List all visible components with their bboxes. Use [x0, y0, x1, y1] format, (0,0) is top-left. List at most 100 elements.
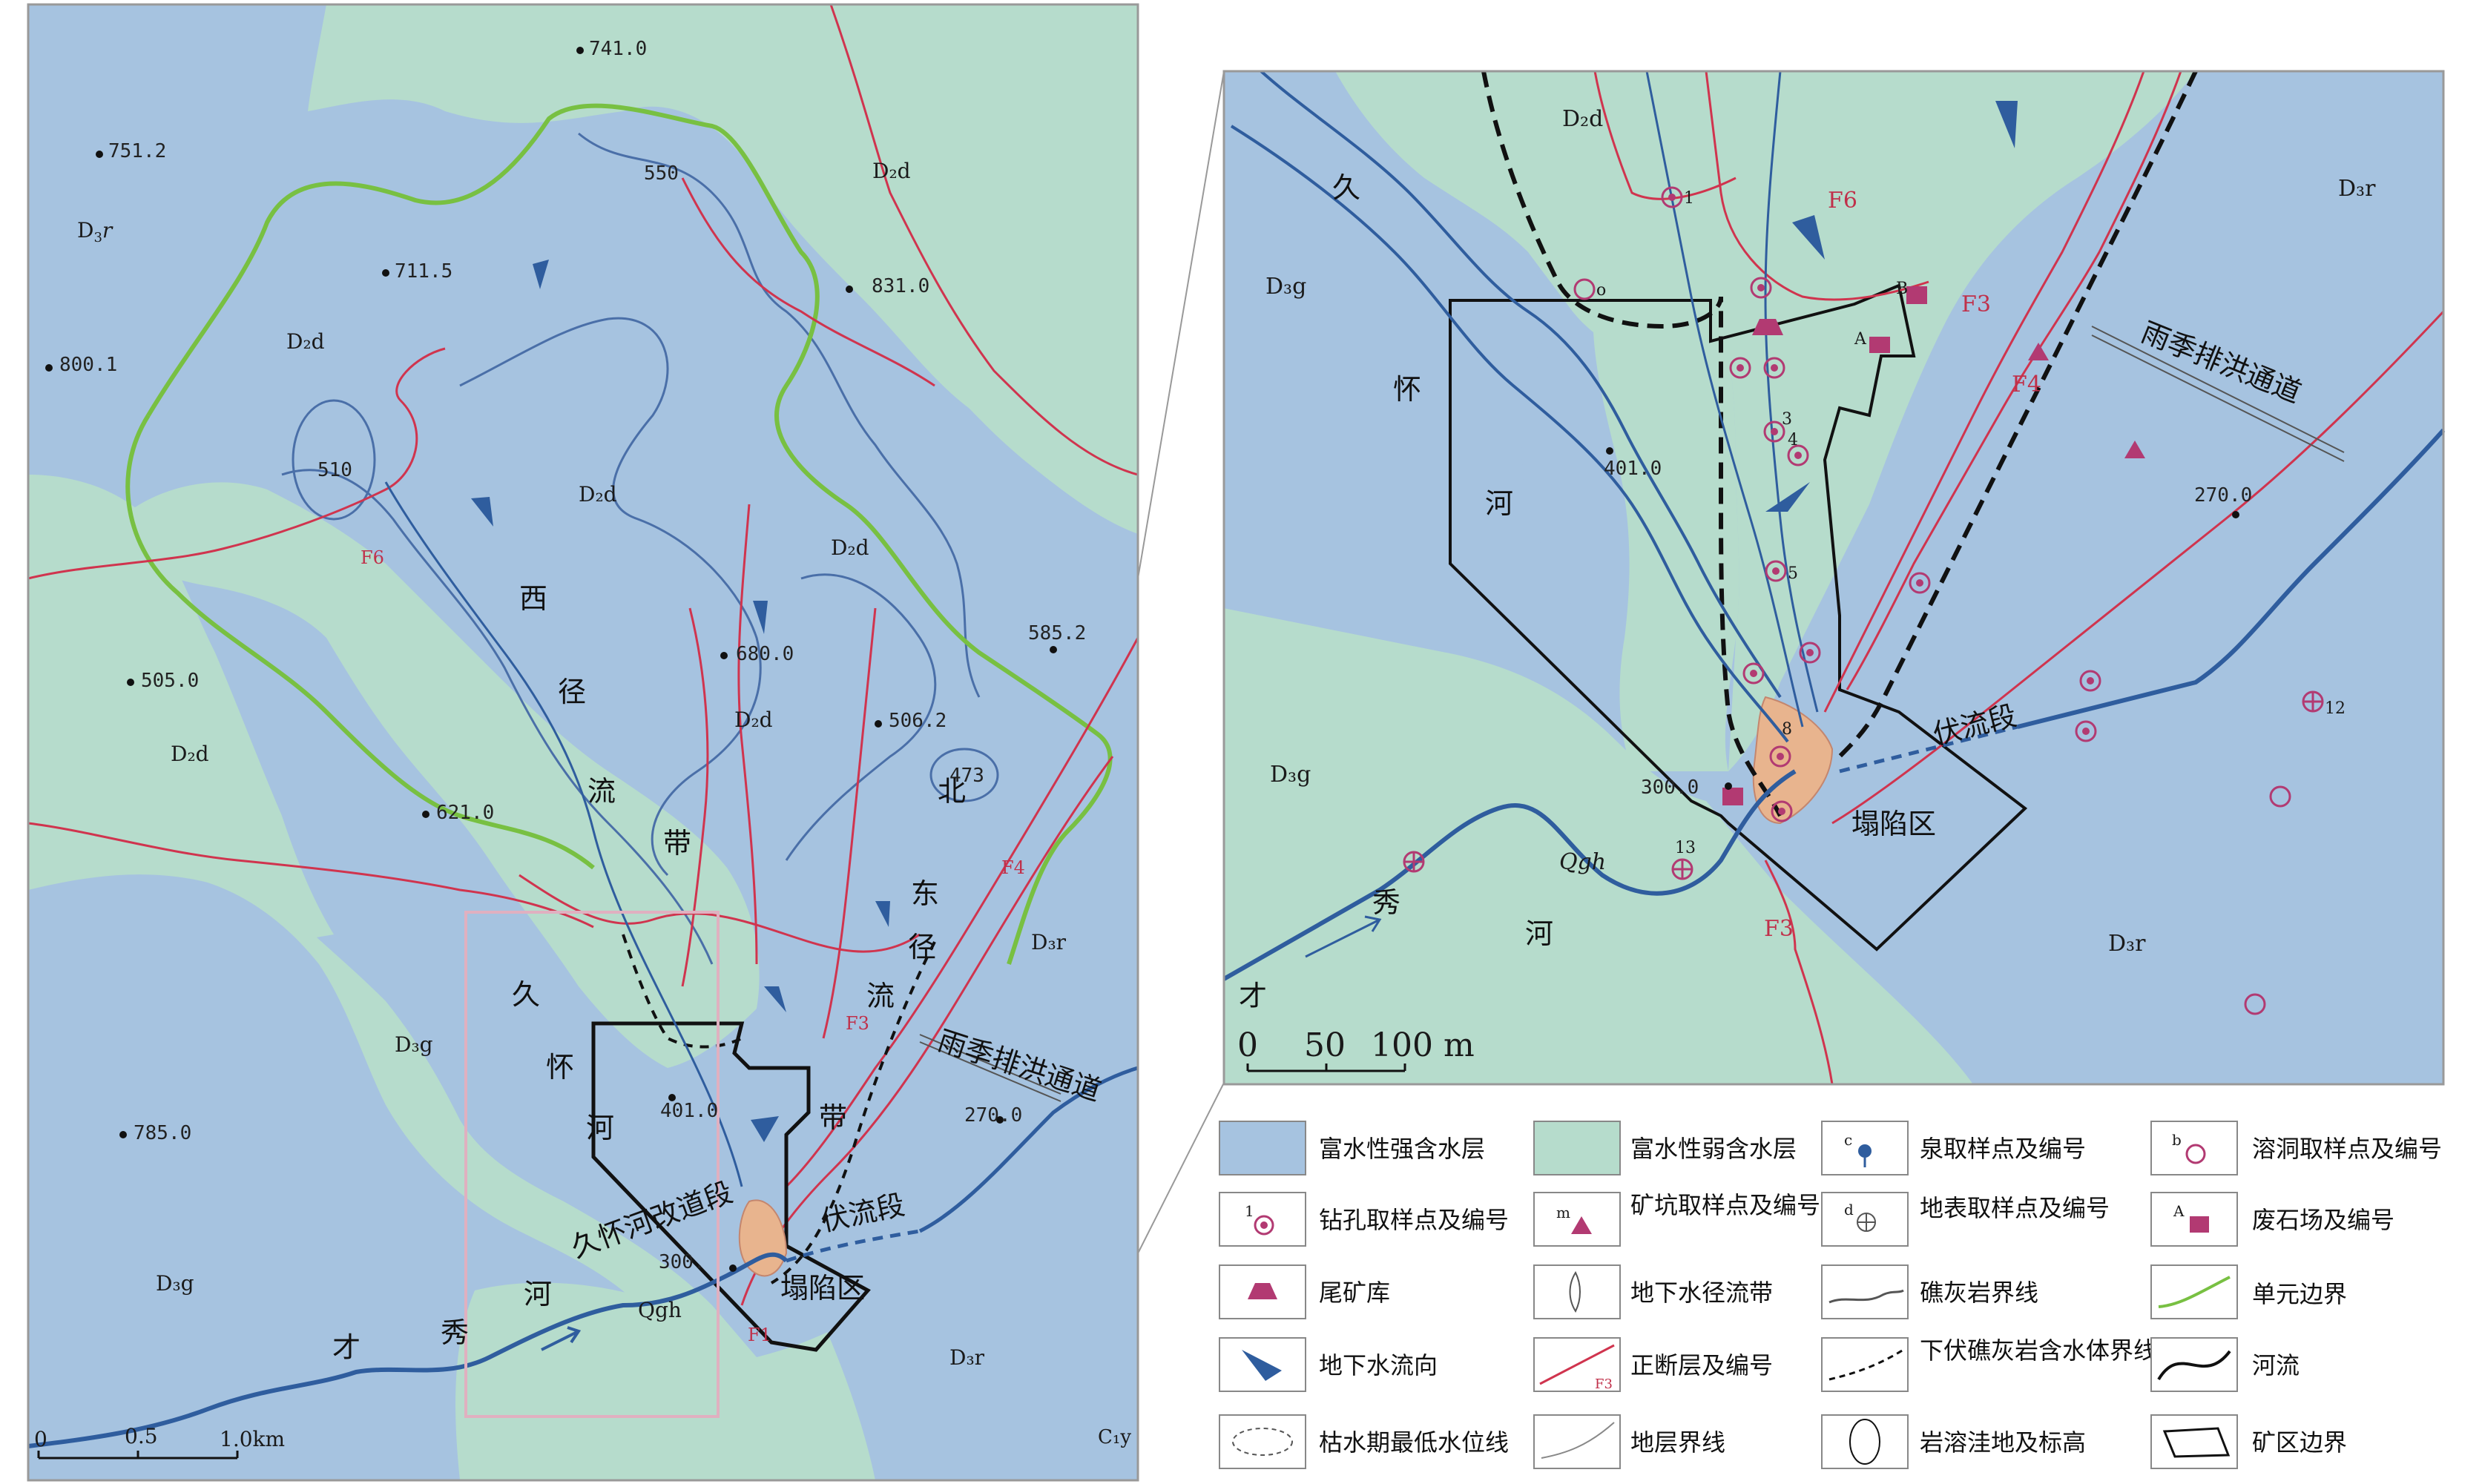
stratum-label: D₃g	[395, 1032, 433, 1057]
svg-text:久: 久	[1332, 171, 1360, 204]
svg-text:河流: 河流	[2252, 1351, 2300, 1379]
inset-connector-bottom	[1137, 1082, 1225, 1254]
contour-label-550: 550	[644, 162, 679, 185]
contour-label-510: 510	[317, 459, 352, 481]
svg-text:秀: 秀	[441, 1316, 469, 1349]
svg-text:地下水径流带: 地下水径流带	[1630, 1279, 1773, 1307]
svg-text:地表取样点及编号: 地表取样点及编号	[1920, 1194, 2110, 1222]
fault-label: F4	[2012, 372, 2041, 398]
stratum-label: Qgh	[1559, 849, 1606, 875]
svg-text:300.: 300.	[659, 1251, 705, 1273]
fault-label: F6	[1828, 188, 1857, 214]
legend-item-stratum-line: 地层界线	[1533, 1414, 1725, 1469]
stratum-label: D₂d	[734, 708, 773, 732]
svg-text:c: c	[1844, 1131, 1852, 1149]
legend-item-unit-boundary: 单元边界	[2150, 1264, 2347, 1319]
svg-text:1.0km: 1.0km	[220, 1427, 285, 1451]
stratum-label: D₂d	[286, 329, 325, 354]
legend-item-flow: 地下水流向	[1219, 1337, 1438, 1392]
svg-text:B: B	[1896, 280, 1908, 298]
stratum-label: D₂d	[1562, 106, 1603, 132]
svg-text:680.0: 680.0	[736, 643, 794, 665]
legend-item-mine-boundary: 矿区边界	[2150, 1414, 2347, 1469]
stratum-label: D₃r	[2338, 176, 2376, 202]
svg-text:300.0: 300.0	[1641, 776, 1699, 799]
legend-item-cave: b 溶洞取样点及编号	[2150, 1121, 2442, 1175]
stratum-label: D₃g	[1270, 762, 1311, 788]
svg-text:泉取样点及编号: 泉取样点及编号	[1920, 1135, 2086, 1163]
svg-text:50: 50	[1304, 1026, 1346, 1064]
svg-text:富水性弱含水层: 富水性弱含水层	[1630, 1135, 1797, 1163]
svg-text:A: A	[2173, 1202, 2185, 1220]
svg-text:o: o	[1596, 281, 1606, 300]
legend-item-reef-line: 礁灰岩界线	[1821, 1264, 2038, 1319]
svg-text:矿坑取样点及编号: 矿坑取样点及编号	[1630, 1191, 1820, 1219]
stratum-label: D₂d	[579, 482, 617, 507]
svg-text:0: 0	[1237, 1026, 1258, 1064]
svg-text:径: 径	[908, 931, 936, 963]
main-map: 741.0 751.2 711.5 831.0 800.1 505.0 680.…	[27, 3, 1139, 1482]
svg-text:585.2: 585.2	[1028, 622, 1086, 644]
stratum-label: Qgh	[638, 1298, 682, 1322]
fault-label: F6	[361, 547, 384, 568]
stratum-label: D₂d	[831, 535, 869, 560]
fault-label: F4	[1001, 857, 1025, 878]
legend-item-weak-aquifer: 富水性弱含水层	[1533, 1121, 1797, 1175]
svg-text:岩溶洼地及标高: 岩溶洼地及标高	[1920, 1428, 2086, 1457]
stratum-label: D₃r	[949, 1345, 985, 1370]
svg-text:西: 西	[519, 582, 547, 615]
legend-item-karst: 岩溶洼地及标高	[1821, 1414, 2086, 1469]
svg-text:1: 1	[1684, 189, 1694, 208]
fault-label: F3	[1961, 291, 1991, 317]
fault-label: F1	[748, 1325, 771, 1345]
svg-text:流: 流	[587, 775, 616, 808]
legend-item-runoff: 地下水径流带	[1533, 1264, 1773, 1319]
svg-text:270.0: 270.0	[2194, 484, 2252, 507]
svg-text:0.5: 0.5	[125, 1424, 158, 1448]
svg-text:800.1: 800.1	[59, 354, 117, 376]
svg-text:831.0: 831.0	[872, 275, 929, 297]
svg-text:5: 5	[1788, 564, 1798, 583]
strong-aquifer-swatch	[1219, 1121, 1306, 1175]
svg-text:12: 12	[2325, 699, 2346, 718]
figure-canvas: 741.0 751.2 711.5 831.0 800.1 505.0 680.…	[27, 3, 2446, 1482]
legend-item-strong-aquifer: 富水性强含水层	[1219, 1121, 1485, 1175]
svg-text:溶洞取样点及编号: 溶洞取样点及编号	[2252, 1135, 2442, 1163]
svg-text:钻孔取样点及编号: 钻孔取样点及编号	[1319, 1206, 1509, 1234]
svg-text:1: 1	[1245, 1202, 1254, 1220]
fault-label: F3	[1764, 916, 1794, 942]
svg-text:506.2: 506.2	[889, 710, 947, 732]
svg-text:矿区边界: 矿区边界	[2252, 1428, 2347, 1457]
svg-text:711.5: 711.5	[395, 260, 452, 283]
svg-text:废石场及编号: 废石场及编号	[2252, 1206, 2394, 1234]
svg-text:才: 才	[1239, 980, 1267, 1012]
svg-text:270.0: 270.0	[964, 1104, 1022, 1127]
svg-text:3: 3	[1782, 410, 1792, 429]
svg-text:正断层及编号: 正断层及编号	[1630, 1351, 1773, 1379]
stratum-label: D₃r	[1031, 930, 1067, 954]
weak-aquifer-swatch	[1533, 1121, 1621, 1175]
svg-text:北: 北	[938, 775, 966, 808]
legend-item-surface: d 地表取样点及编号	[1821, 1192, 2110, 1247]
svg-text:b: b	[2172, 1131, 2182, 1149]
surface-sample-icon	[1403, 851, 1425, 873]
elevation-point: 270.0	[964, 1104, 1022, 1127]
svg-text:F3: F3	[1595, 1376, 1613, 1392]
svg-text:751.2: 751.2	[108, 140, 166, 162]
legend-item-borehole: 1 钻孔取样点及编号	[1219, 1192, 1509, 1247]
svg-text:带: 带	[663, 827, 691, 860]
svg-text:4: 4	[1788, 431, 1798, 449]
legend-item-fault: F3 正断层及编号	[1533, 1337, 1773, 1392]
svg-text:505.0: 505.0	[141, 670, 199, 692]
legend-item-spring: c 泉取样点及编号	[1821, 1121, 2086, 1175]
svg-text:401.0: 401.0	[660, 1100, 718, 1122]
svg-text:地层界线: 地层界线	[1630, 1428, 1725, 1457]
svg-text:河: 河	[586, 1112, 614, 1144]
svg-text:m: m	[1556, 1204, 1570, 1221]
svg-text:下伏礁灰岩含水体界线: 下伏礁灰岩含水体界线	[1920, 1336, 2157, 1365]
svg-text:礁灰岩界线: 礁灰岩界线	[1920, 1279, 2038, 1307]
svg-text:流: 流	[866, 980, 895, 1012]
svg-text:A: A	[1854, 330, 1867, 349]
legend: 富水性强含水层 富水性弱含水层 c 泉取样点及编号 b 溶洞取样点及编号 1 钻…	[1219, 1121, 2442, 1469]
svg-text:枯水期最低水位线: 枯水期最低水位线	[1319, 1428, 1509, 1457]
